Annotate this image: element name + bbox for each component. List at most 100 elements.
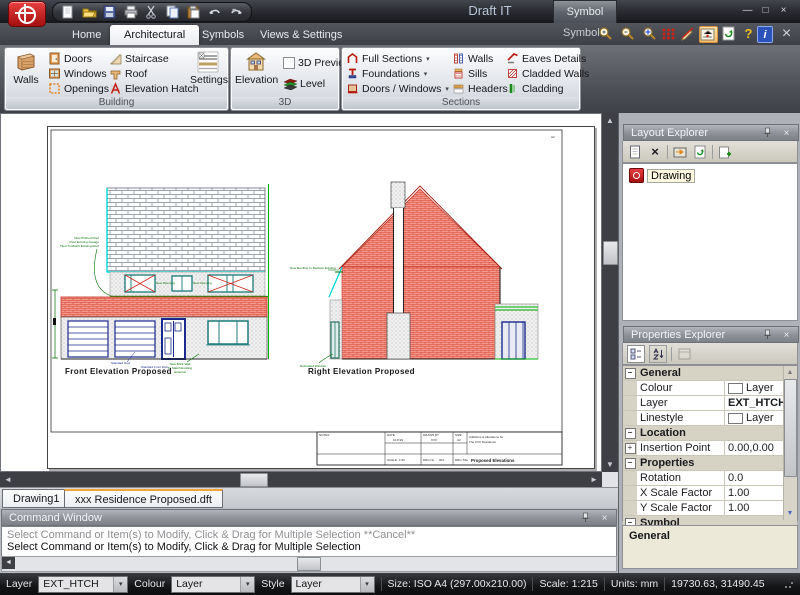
property-category[interactable]: −Location — [623, 426, 797, 441]
resize-grip[interactable] — [784, 579, 794, 589]
style-dropdown[interactable]: Layer▾ — [291, 576, 375, 593]
foundations-button[interactable]: Foundations▾ — [346, 66, 427, 81]
doc-tab-residence[interactable]: xxx Residence Proposed.dft — [64, 489, 223, 508]
scroll-left-icon[interactable]: ◄ — [2, 557, 15, 569]
eaves-details-button[interactable]: Eaves Details — [506, 51, 586, 66]
new-layout-icon[interactable] — [627, 144, 643, 160]
contextual-tab-symbol[interactable]: Symbol — [553, 0, 617, 24]
property-category[interactable]: −General — [623, 366, 797, 381]
doors-button[interactable]: Doors — [48, 51, 92, 66]
info-icon[interactable]: i — [757, 26, 773, 43]
draw-toggle-icon[interactable] — [680, 26, 697, 43]
vscroll-thumb[interactable] — [603, 241, 618, 265]
openings-button[interactable]: Openings — [48, 81, 109, 96]
canvas-vertical-scrollbar[interactable]: ▲ ▼ — [602, 113, 618, 472]
qat-overflow-chevron-icon[interactable]: ▾ — [232, 6, 236, 15]
export-layout-icon[interactable] — [672, 144, 688, 160]
property-row[interactable]: ColourLayer — [623, 381, 797, 396]
save-icon[interactable] — [103, 5, 117, 19]
application-window: ▾ Draft IT Symbol — □ × Home Architectur… — [0, 0, 800, 595]
scroll-up-icon[interactable]: ▲ — [784, 366, 796, 379]
new-file-icon[interactable] — [61, 5, 75, 19]
scroll-left-icon[interactable]: ◄ — [1, 473, 15, 486]
refresh-icon[interactable] — [721, 26, 738, 43]
app-menu-button[interactable] — [8, 1, 46, 27]
layout-item-drawing[interactable]: Drawing — [629, 168, 791, 183]
layer-dropdown[interactable]: EXT_HTCH▾ — [38, 576, 128, 593]
layout-list[interactable]: Drawing — [622, 163, 798, 321]
scroll-up-icon[interactable]: ▲ — [603, 114, 617, 127]
scroll-right-icon[interactable]: ► — [587, 473, 601, 486]
pin-icon[interactable] — [763, 329, 776, 342]
delete-layout-icon[interactable]: × — [647, 144, 663, 160]
pin-icon[interactable] — [763, 127, 776, 140]
zoom-pan-icon[interactable] — [642, 26, 659, 43]
cut-icon[interactable] — [145, 5, 159, 19]
pin-icon[interactable] — [581, 512, 594, 525]
refresh-layout-icon[interactable] — [692, 144, 708, 160]
copy-icon[interactable] — [166, 5, 180, 19]
scroll-down-icon[interactable]: ▼ — [784, 507, 796, 520]
command-history[interactable]: Select Command or Item(s) to Modify, Cli… — [1, 526, 617, 558]
properties-scrollbar[interactable]: ▲ ▼ — [783, 366, 797, 520]
undo-icon[interactable] — [208, 5, 222, 19]
walls-button[interactable]: Walls — [8, 51, 44, 86]
property-row[interactable]: LinestyleLayer — [623, 411, 797, 426]
command-scrollbar[interactable]: ◄ — [1, 556, 617, 572]
doors-windows-button[interactable]: Doors / Windows▾ — [346, 81, 449, 96]
svg-text:Tiled To Match Existing Roof: Tiled To Match Existing Roof — [60, 244, 99, 248]
svg-text:DRG Title: DRG Title — [455, 458, 468, 462]
close-icon[interactable]: × — [780, 329, 793, 342]
drawing-sheet[interactable]: A2 — [47, 126, 595, 469]
dropdown-arrow-icon: ▾ — [240, 577, 254, 592]
elevation-button[interactable]: Elevation — [235, 51, 277, 86]
property-category[interactable]: −Properties — [623, 456, 797, 471]
panel-close-icon[interactable]: × — [778, 26, 795, 43]
cursor-coordinates: 19730.63, 31490.45 — [671, 578, 764, 590]
zoom-out-icon[interactable] — [620, 26, 637, 43]
hscroll-thumb[interactable] — [240, 473, 268, 487]
settings-button[interactable]: Settings — [190, 51, 226, 86]
close-button[interactable]: × — [776, 4, 791, 18]
property-row[interactable]: LayerEXT_HTCH — [623, 396, 797, 411]
windows-button[interactable]: Windows — [48, 66, 107, 81]
cladded-walls-button[interactable]: Cladded Walls — [506, 66, 589, 81]
full-sections-button[interactable]: Full Sections▾ — [346, 51, 430, 66]
close-icon[interactable]: × — [598, 512, 611, 525]
staircase-button[interactable]: Staircase — [109, 51, 169, 66]
scroll-down-icon[interactable]: ▼ — [603, 458, 617, 471]
open-file-icon[interactable] — [82, 5, 96, 19]
zoom-in-icon[interactable] — [598, 26, 615, 43]
sills-button[interactable]: Sills — [452, 66, 487, 81]
symbol-tool-icon[interactable] — [699, 26, 718, 43]
help-icon[interactable]: ? — [740, 26, 757, 43]
property-row[interactable]: Y Scale Factor1.00 — [623, 501, 797, 516]
add-layout-icon[interactable] — [717, 144, 733, 160]
checkbox-icon[interactable] — [283, 57, 295, 69]
elevation-hatch-button[interactable]: Elevation Hatch — [109, 81, 199, 96]
snap-grid-icon[interactable] — [661, 26, 678, 43]
section-walls-button[interactable]: Walls — [452, 51, 493, 66]
categorized-view-icon[interactable] — [627, 345, 645, 363]
level-button[interactable]: Level — [283, 76, 325, 91]
roof-button[interactable]: Roof — [109, 66, 147, 81]
headers-button[interactable]: Headers — [452, 81, 508, 96]
cladding-button[interactable]: Cladding — [506, 81, 563, 96]
properties-grid[interactable]: −General ColourLayer LayerEXT_HTCH Lines… — [622, 365, 798, 521]
minimize-button[interactable]: — — [740, 4, 755, 18]
print-icon[interactable] — [124, 5, 138, 19]
maximize-button[interactable]: □ — [758, 4, 773, 18]
doc-tab-drawing1[interactable]: Drawing1 — [2, 489, 70, 508]
paste-icon[interactable] — [187, 5, 201, 19]
canvas-horizontal-scrollbar[interactable]: ◄ ► — [0, 472, 602, 487]
cmd-scroll-thumb[interactable] — [297, 557, 321, 571]
property-row[interactable]: +Insertion Point0.00,0.00 — [623, 441, 797, 456]
sort-alpha-icon[interactable] — [649, 345, 667, 363]
tab-home[interactable]: Home — [58, 25, 115, 45]
property-row[interactable]: Rotation0.0 — [623, 471, 797, 486]
close-icon[interactable]: × — [780, 127, 793, 140]
property-row[interactable]: X Scale Factor1.00 — [623, 486, 797, 501]
tab-architectural[interactable]: Architectural — [110, 25, 199, 45]
colour-dropdown[interactable]: Layer▾ — [171, 576, 255, 593]
tab-views-settings[interactable]: Views & Settings — [246, 25, 356, 45]
